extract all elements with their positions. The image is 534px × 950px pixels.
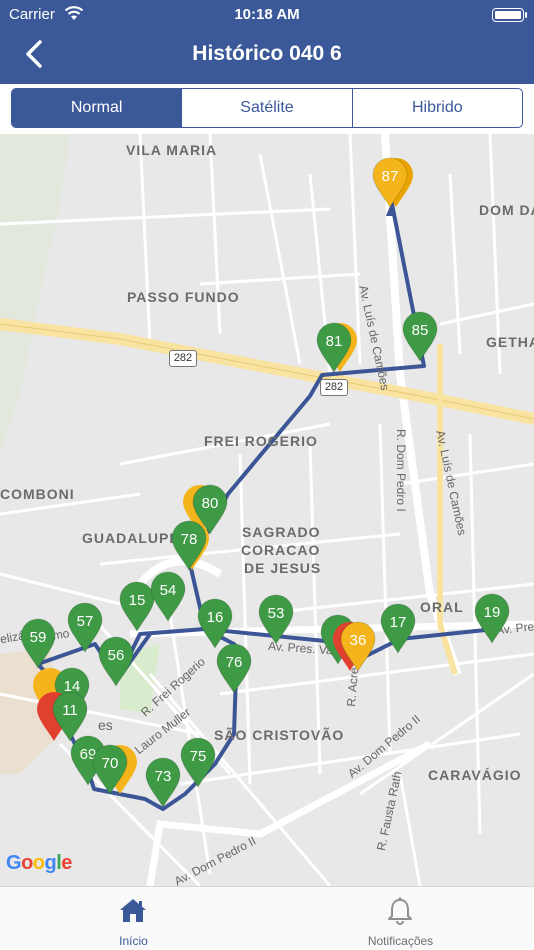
map-marker-36[interactable]: 36 <box>333 621 376 673</box>
map-marker-label: 11 <box>62 702 78 719</box>
map-marker-label: 16 <box>207 609 224 626</box>
status-bar: Carrier 10:18 AM <box>0 0 534 30</box>
tab-bar: Início Notificações <box>0 886 534 950</box>
map-marker-11[interactable]: 11 <box>37 691 88 743</box>
map-marker-label: 19 <box>484 604 501 621</box>
map-marker-70[interactable]: 70 <box>92 744 137 796</box>
map-marker-19[interactable]: 19 <box>474 593 510 645</box>
map-marker-label: 53 <box>268 605 285 622</box>
map-marker-label: 73 <box>155 768 172 785</box>
clock: 10:18 AM <box>234 6 300 23</box>
map-marker-78[interactable]: 78 <box>171 520 209 572</box>
map-marker-75[interactable]: 75 <box>180 737 216 789</box>
map-marker-label: 36 <box>350 632 367 649</box>
tab-notificacoes[interactable]: Notificações <box>267 887 534 950</box>
map-marker-56[interactable]: 56 <box>98 636 134 688</box>
map-marker-81[interactable]: 81 <box>316 322 357 374</box>
map-marker-label: 81 <box>326 333 343 350</box>
map-type-selector: Normal Satélite Hibrido <box>11 88 523 128</box>
map-type-satellite[interactable]: Satélite <box>181 89 351 127</box>
map-marker-label: 17 <box>390 614 407 631</box>
bell-icon <box>388 897 412 925</box>
map-marker-label: 59 <box>30 629 47 646</box>
map-marker-label: 70 <box>102 755 119 772</box>
map-marker-label: 80 <box>202 495 219 512</box>
map-type-hybrid[interactable]: Hibrido <box>351 89 522 127</box>
page-title: Histórico 040 6 <box>192 42 342 65</box>
map-marker-label: 75 <box>190 748 207 765</box>
map-marker-17[interactable]: 17 <box>380 603 416 655</box>
map-marker-label: 56 <box>108 647 125 664</box>
map-marker-label: 57 <box>77 613 94 630</box>
map-marker-label: 76 <box>226 654 243 671</box>
map-marker-54[interactable]: 54 <box>150 571 186 623</box>
map-marker-label: 78 <box>181 531 198 548</box>
map-marker-87[interactable]: 87 <box>372 157 413 209</box>
map-marker-label: 15 <box>129 592 146 609</box>
map-marker-76[interactable]: 76 <box>216 643 252 695</box>
map-marker-15[interactable]: 15 <box>119 581 155 633</box>
map-view[interactable]: VILA MARIA DOM DA PASSO FUNDO GETHA FREI… <box>0 134 534 886</box>
navigation-bar: Carrier 10:18 AM Histórico 040 6 <box>0 0 534 84</box>
map-marker-59[interactable]: 59 <box>20 618 56 670</box>
home-icon <box>120 899 146 922</box>
map-marker-53[interactable]: 53 <box>258 594 294 646</box>
map-marker-16[interactable]: 16 <box>197 598 233 650</box>
map-marker-73[interactable]: 73 <box>145 757 181 809</box>
map-marker-label: 54 <box>160 582 177 599</box>
tab-inicio[interactable]: Início <box>0 887 267 950</box>
marker-layer: 8785818078155416535759567643617191411697… <box>20 157 510 809</box>
tab-label: Início <box>119 934 148 948</box>
tab-label: Notificações <box>367 934 434 948</box>
map-marker-85[interactable]: 85 <box>402 311 438 363</box>
battery-icon <box>492 8 527 22</box>
map-marker-label: 87 <box>382 168 399 185</box>
map-marker-label: 85 <box>412 322 429 339</box>
google-attribution: Google <box>6 852 72 874</box>
map-type-normal[interactable]: Normal <box>12 89 182 127</box>
map-marker-57[interactable]: 57 <box>67 602 103 654</box>
